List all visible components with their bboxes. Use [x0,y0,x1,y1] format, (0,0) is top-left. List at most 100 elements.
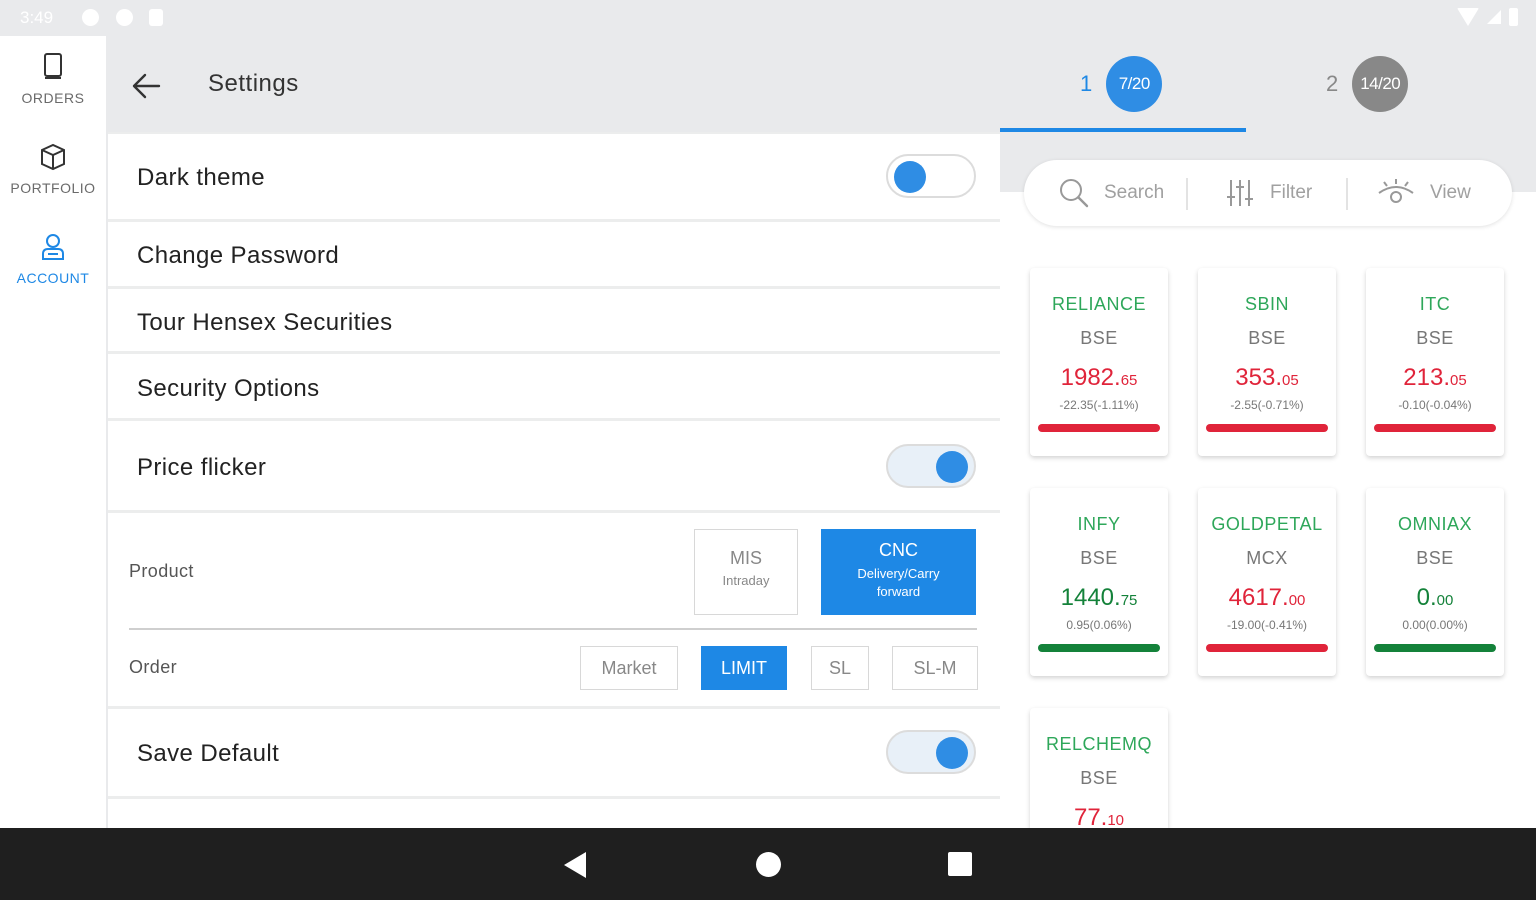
setting-next-row [108,799,1000,828]
toggle-knob [936,451,968,483]
search-label: Search [1104,182,1165,203]
filter-button[interactable]: Filter [1224,160,1312,226]
settings-header: Settings [106,36,1000,132]
sl-label: SL [828,658,852,678]
stock-card-itc[interactable]: ITC BSE 213.05 -0.10(-0.04%) [1366,268,1504,456]
view-eye-icon [1378,179,1414,203]
cnc-label: CNC [879,540,918,560]
view-button[interactable]: View [1376,160,1471,226]
stock-exchange: BSE [1248,328,1286,348]
nav-recents-icon[interactable] [948,852,972,876]
watchlist-tab-1[interactable]: 1 7/20 [1080,54,1163,114]
order-limit-button[interactable]: LIMIT [701,646,787,690]
setting-dark-theme: Dark theme [108,134,1000,219]
setting-price-flicker: Price flicker [108,421,1000,510]
divider [129,628,977,630]
order-market-button[interactable]: Market [580,646,678,690]
stock-price: 1982.65 [1030,364,1168,392]
price-decimal: 00 [1288,592,1306,609]
dark-theme-toggle[interactable] [886,154,976,198]
battery-icon [1509,8,1518,26]
nav-back-icon[interactable] [564,852,586,878]
order-slm-button[interactable]: SL-M [892,646,978,690]
trend-bar [1038,644,1160,652]
price-flicker-toggle[interactable] [886,444,976,488]
back-button[interactable] [126,66,166,106]
price-integer: 1982. [1060,364,1121,391]
product-label: Product [129,561,194,581]
dark-theme-label: Dark theme [137,164,266,191]
stock-price: 0.00 [1366,584,1504,612]
stock-card-omniax[interactable]: OMNIAX BSE 0.00 0.00(0.00%) [1366,488,1504,676]
nav-item-orders[interactable]: ORDERS [0,36,106,126]
order-defaults: Product MIS Intraday CNC Delivery/Carry … [108,513,1000,706]
change-password-label: Change Password [137,242,340,269]
watchlist-toolbar: Search Filter View [1024,160,1512,226]
sd-card-status-icon [149,9,163,26]
product-mis-button[interactable]: MIS Intraday [694,529,798,615]
settings-status-icon [82,9,99,26]
stock-card-goldpetal[interactable]: GOLDPETAL MCX 4617.00 -19.00(-0.41%) [1198,488,1336,676]
price-integer: 353. [1235,364,1283,391]
stock-price: 213.05 [1366,364,1504,392]
stock-change: -19.00(-0.41%) [1226,618,1308,632]
arrow-left-icon [132,73,161,99]
stock-exchange: BSE [1416,548,1454,568]
price-decimal: 65 [1120,372,1138,389]
nav-home-icon[interactable] [756,852,781,877]
stock-symbol: SBIN [1244,294,1289,314]
setting-tour[interactable]: Tour Hensex Securities [108,289,1000,351]
trend-bar [1374,424,1496,432]
stock-price: 1440.75 [1030,584,1168,612]
order-sl-button[interactable]: SL [811,646,869,690]
stock-change: -22.35(-1.11%) [1059,398,1139,412]
price-integer: 0. [1416,584,1437,611]
nav-item-portfolio[interactable]: PORTFOLIO [0,126,106,216]
nav-label-orders: ORDERS [21,90,85,106]
setting-change-password[interactable]: Change Password [108,222,1000,286]
order-label: Order [129,657,178,677]
product-cnc-button[interactable]: CNC Delivery/Carry forward [821,529,976,615]
orders-icon [44,53,62,79]
notification-status-icon [116,9,133,26]
account-icon [42,234,64,260]
nav-label-portfolio: PORTFOLIO [10,180,96,196]
search-button[interactable]: Search [1058,160,1164,226]
portfolio-icon [41,143,65,171]
settings-list: Dark theme Change Password Tour Hensex S… [108,132,1000,828]
stock-exchange: BSE [1080,548,1118,568]
watchlist-tab-2[interactable]: 2 14/20 [1326,54,1409,114]
toolbar-separator [1186,178,1188,210]
price-flicker-label: Price flicker [137,454,267,481]
mis-sublabel: Intraday [722,573,770,588]
price-integer: 213. [1403,364,1451,391]
filter-label: Filter [1270,182,1313,203]
stock-card-relchemq[interactable]: RELCHEMQ BSE 77.10 [1030,708,1168,831]
stock-price: 353.05 [1198,364,1336,392]
trend-bar [1206,644,1328,652]
setting-save-default: Save Default [108,709,1000,796]
save-default-toggle[interactable] [886,730,976,774]
price-decimal: 00 [1436,592,1454,609]
tab-count-badge: 14/20 [1352,56,1409,112]
system-navigation-bar [0,828,1536,900]
stock-card-infy[interactable]: INFY BSE 1440.75 0.95(0.06%) [1030,488,1168,676]
stock-symbol: OMNIAX [1397,514,1472,534]
stock-price: 4617.00 [1198,584,1336,612]
stock-symbol: RELIANCE [1051,294,1147,314]
stock-symbol: RELCHEMQ [1045,734,1152,754]
nav-item-account[interactable]: ACCOUNT [0,216,106,306]
page-title: Settings [208,70,299,97]
price-integer: 4617. [1228,584,1289,611]
signal-icon [1487,10,1501,24]
tour-label: Tour Hensex Securities [137,309,393,336]
view-label: View [1430,182,1471,203]
stock-card-sbin[interactable]: SBIN BSE 353.05 -2.55(-0.71%) [1198,268,1336,456]
price-decimal: 10 [1107,812,1125,829]
search-icon [1060,179,1089,208]
slm-label: SL-M [913,658,957,678]
setting-security-options[interactable]: Security Options [108,354,1000,418]
limit-label: LIMIT [720,658,767,678]
stock-card-reliance[interactable]: RELIANCE BSE 1982.65 -22.35(-1.11%) [1030,268,1168,456]
watchlist-panel: 1 7/20 2 14/20 Search Filter View RELIAN… [1000,36,1536,831]
